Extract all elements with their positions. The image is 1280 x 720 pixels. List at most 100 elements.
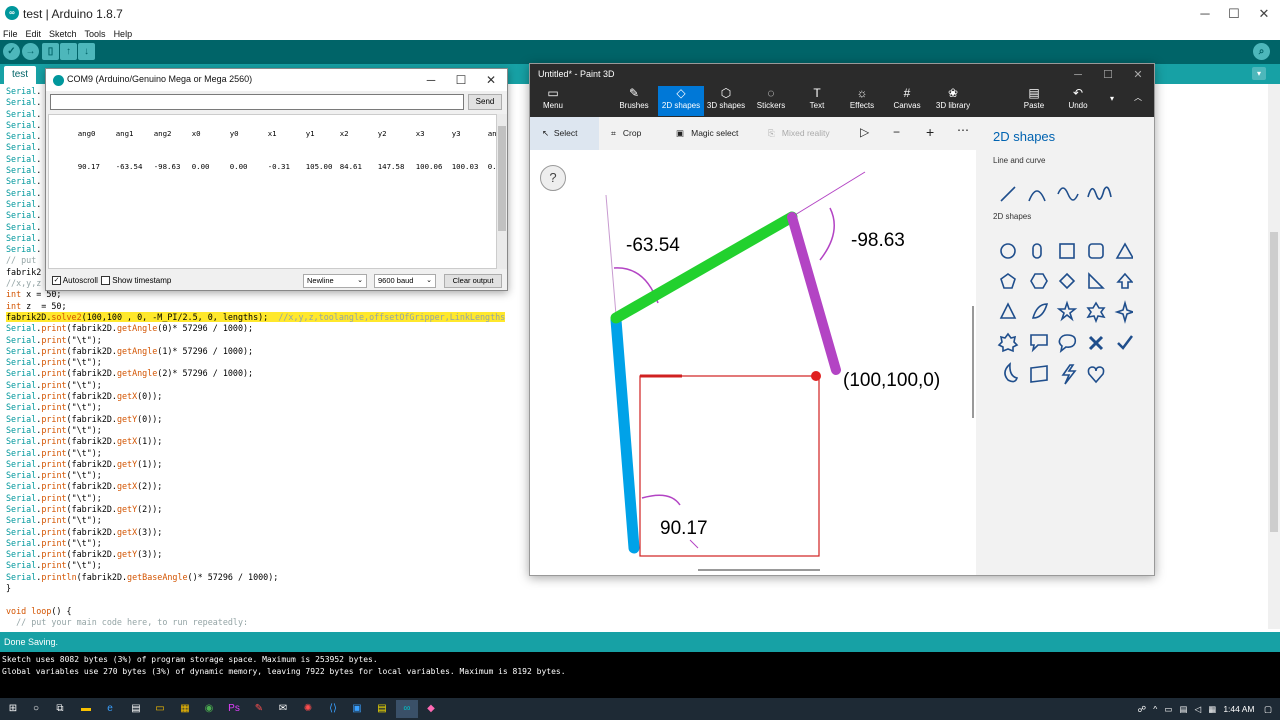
tool-stickers[interactable]: ◌ Stickers (753, 86, 789, 116)
close-icon[interactable]: ✕ (1249, 4, 1279, 24)
paste-button[interactable]: ▤ Paste (1020, 86, 1048, 116)
mail-icon[interactable]: ✉ (274, 700, 292, 718)
menu-tools[interactable]: Tools (85, 27, 106, 41)
serial-scrollbar[interactable] (497, 114, 507, 269)
arrow-up-icon[interactable] (1116, 272, 1133, 289)
keyboard-icon[interactable]: ▦ (1208, 704, 1216, 714)
square-icon[interactable] (1059, 243, 1075, 259)
menu-sketch[interactable]: Sketch (49, 27, 77, 41)
close-icon[interactable]: ✕ (477, 72, 505, 88)
tool-3d-shapes[interactable]: ⬡ 3D shapes (706, 86, 746, 116)
menu-edit[interactable]: Edit (26, 27, 42, 41)
banner-icon[interactable] (1030, 365, 1048, 383)
triangle-outline-icon[interactable] (999, 302, 1017, 319)
people-icon[interactable]: ☍ (1138, 704, 1147, 714)
app-blue-icon[interactable]: ▣ (348, 700, 366, 718)
wave-curve-icon[interactable] (1057, 187, 1079, 201)
star-six-icon[interactable] (1086, 301, 1106, 324)
rounded-square-icon[interactable] (1088, 243, 1104, 259)
timestamp-toggle[interactable]: Show timestamp (101, 276, 171, 286)
menu-help[interactable]: Help (114, 27, 133, 41)
chevron-up-icon[interactable]: ^ (1153, 704, 1157, 714)
hexagon-icon[interactable] (1030, 273, 1048, 289)
line-icon[interactable] (1000, 186, 1016, 202)
app-icon[interactable]: ✎ (250, 700, 268, 718)
lightning-icon[interactable] (1061, 364, 1077, 385)
tool-brushes[interactable]: ✎ Brushes (616, 86, 652, 116)
tab-menu-icon[interactable]: ▾ (1252, 67, 1266, 80)
editor-scrollbar[interactable] (1268, 84, 1280, 629)
checkbox-checked-icon[interactable]: ✓ (52, 276, 61, 286)
more-icon[interactable]: ⋯ (957, 123, 969, 137)
autoscroll-toggle[interactable]: ✓ Autoscroll (52, 276, 98, 286)
help-button[interactable]: ? (540, 165, 566, 191)
checkmark-icon[interactable] (1117, 335, 1133, 350)
round-bubble-icon[interactable] (1058, 334, 1077, 353)
new-sketch-icon[interactable]: ▯ (42, 43, 59, 60)
minimize-icon[interactable]: ─ (1064, 67, 1092, 83)
folder-icon[interactable]: ▭ (151, 700, 169, 718)
circle-icon[interactable] (1000, 243, 1016, 259)
minimize-icon[interactable]: ─ (1190, 4, 1220, 24)
sticky-notes-icon[interactable]: ▦ (176, 700, 194, 718)
serial-scroll-thumb[interactable] (498, 126, 506, 231)
freeform-icon[interactable] (1031, 303, 1049, 319)
vscode-icon[interactable]: ⟨⟩ (324, 700, 342, 718)
heart-icon[interactable] (1087, 366, 1105, 384)
zoom-out-icon[interactable]: − (893, 125, 900, 139)
star-icon[interactable] (1056, 300, 1078, 322)
view-3d-icon[interactable]: ▷ (860, 125, 869, 139)
windows-start-icon[interactable]: ⊞ (4, 700, 22, 718)
minimize-icon[interactable]: ─ (417, 72, 445, 88)
chrome-icon[interactable]: ◉ (200, 700, 218, 718)
arduino-taskbar-icon[interactable]: ∞ (396, 700, 418, 718)
tool-text[interactable]: T Text (803, 86, 831, 116)
search-icon[interactable]: ○ (27, 700, 45, 718)
right-triangle-icon[interactable] (1088, 272, 1105, 289)
clear-output-button[interactable]: Clear output (444, 274, 502, 288)
curve-icon[interactable] (1028, 190, 1046, 202)
paint3d-canvas[interactable]: -63.54 -98.63 (100,100,0) 90.17 ? (530, 150, 976, 575)
checkbox-icon[interactable] (101, 276, 110, 286)
ellipse-icon[interactable] (1032, 243, 1042, 259)
menu-file[interactable]: File (3, 27, 18, 41)
tab-test[interactable]: test (4, 66, 36, 84)
zoom-in-icon[interactable]: + (926, 124, 934, 140)
clock[interactable]: 1:44 AM (1223, 704, 1254, 714)
tool-effects[interactable]: ☼ Effects (845, 86, 879, 116)
open-sketch-icon[interactable]: ↑ (60, 43, 77, 60)
settings-app-icon[interactable]: ✺ (299, 700, 317, 718)
battery-icon[interactable]: ▭ (1164, 704, 1172, 714)
magic-select-tool[interactable]: ▣ Magic select (676, 128, 738, 139)
serial-monitor-icon[interactable]: ⌕ (1253, 43, 1270, 60)
star-four-icon[interactable] (1114, 300, 1133, 324)
file-explorer-icon[interactable]: ▬ (77, 700, 95, 718)
tool-canvas[interactable]: # Canvas (891, 86, 923, 116)
save-sketch-icon[interactable]: ↓ (78, 43, 95, 60)
notification-icon[interactable]: ▢ (1264, 704, 1272, 714)
undo-button[interactable]: ↶ Undo (1064, 86, 1092, 116)
paint3d-taskbar-icon[interactable]: ◆ (422, 700, 440, 718)
close-icon[interactable]: ✕ (1124, 67, 1152, 83)
speech-bubble-icon[interactable] (1030, 334, 1048, 353)
maximize-icon[interactable]: ☐ (1219, 4, 1249, 24)
burst-icon[interactable] (997, 332, 1019, 353)
crop-tool[interactable]: ⌗ Crop (611, 128, 641, 139)
mixed-reality-tool[interactable]: ⎘ Mixed reality (768, 128, 830, 139)
editor-scroll-thumb[interactable] (1270, 232, 1278, 532)
diamond-icon[interactable] (1058, 272, 1076, 290)
baud-select[interactable]: 9600 baud ⌄ (374, 274, 436, 288)
moon-icon[interactable] (1004, 362, 1019, 383)
select-tool[interactable]: ↖ Select (542, 128, 577, 139)
edge-icon[interactable]: e (101, 700, 119, 718)
network-icon[interactable]: ▤ (1179, 704, 1187, 714)
maximize-icon[interactable]: ☐ (1094, 67, 1122, 83)
squiggle-curve-icon[interactable] (1087, 186, 1112, 200)
line-ending-select[interactable]: Newline ⌄ (303, 274, 367, 288)
triangle-icon[interactable] (1115, 242, 1133, 259)
cross-icon[interactable] (1088, 335, 1104, 351)
photoshop-icon[interactable]: Ps (225, 700, 243, 718)
volume-icon[interactable]: ◁ (1195, 704, 1202, 714)
pentagon-icon[interactable] (1000, 273, 1016, 289)
menu-button[interactable]: ▭ Menu (536, 86, 570, 116)
